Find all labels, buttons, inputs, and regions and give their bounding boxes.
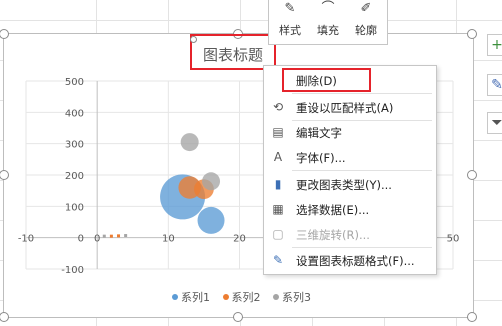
resize-handle-bottom-right[interactable] bbox=[467, 312, 477, 322]
small-point bbox=[117, 234, 121, 238]
legend-item-series3[interactable]: 系列3 bbox=[273, 289, 311, 305]
menu-separator bbox=[292, 93, 432, 94]
x-tick-label: -10 bbox=[18, 234, 34, 245]
format-mini-toolbar: ✎ 样式 ⌒ 填充 ✐ 轮廓 bbox=[268, 0, 388, 45]
plus-icon: + bbox=[491, 37, 502, 53]
resize-handle-top-right[interactable] bbox=[467, 29, 477, 39]
fill-label: 填充 bbox=[317, 24, 339, 37]
outline-button[interactable]: ✐ 轮廓 bbox=[347, 0, 385, 44]
bubble-point bbox=[197, 206, 225, 234]
x-tick-label: 50 bbox=[447, 234, 460, 245]
menu-item-label: 三维旋转(R)... bbox=[296, 228, 370, 242]
format-title-icon: ✎ bbox=[272, 253, 284, 267]
rotate-3d-icon: ▢ bbox=[272, 227, 284, 241]
menu-item-reset-style[interactable]: ⟲ 重设以匹配样式(A) bbox=[264, 95, 436, 119]
menu-item-label: 重设以匹配样式(A) bbox=[296, 101, 394, 115]
menu-item-select-data[interactable]: ▦ 选择数据(E)... bbox=[264, 197, 436, 221]
pen-icon: ✐ bbox=[360, 1, 372, 16]
chart-filters-button[interactable]: ⏷ bbox=[487, 112, 502, 134]
chart-styles-button[interactable]: ✎ bbox=[487, 74, 502, 96]
legend-marker bbox=[222, 294, 229, 300]
menu-item-change-chart-type[interactable]: ▮ 更改图表类型(Y)... bbox=[264, 172, 436, 196]
legend-label: 系列1 bbox=[181, 291, 210, 304]
y-tick-label: 0 bbox=[78, 234, 84, 245]
menu-item-label: 更改图表类型(Y)... bbox=[296, 178, 392, 192]
style-button[interactable]: ✎ 样式 bbox=[271, 0, 309, 44]
menu-item-font[interactable]: A 字体(F)... bbox=[264, 145, 436, 169]
y-tick-label: 500 bbox=[65, 77, 84, 88]
menu-item-label: 选择数据(E)... bbox=[296, 203, 370, 217]
y-tick-label: 400 bbox=[65, 108, 84, 119]
resize-handle-bottom-left[interactable] bbox=[0, 312, 9, 322]
bubble-point bbox=[180, 133, 199, 152]
legend-label: 系列2 bbox=[231, 291, 261, 304]
menu-item-label: 设置图表标题格式(F)... bbox=[296, 254, 415, 268]
menu-separator bbox=[292, 170, 432, 171]
x-tick-label: 0 bbox=[94, 234, 100, 245]
small-point bbox=[124, 234, 128, 238]
brush-icon: ✎ bbox=[284, 1, 296, 16]
y-tick-label: 200 bbox=[65, 171, 84, 182]
chart-type-icon: ▮ bbox=[274, 177, 282, 191]
small-point bbox=[102, 234, 106, 238]
resize-handle-right[interactable] bbox=[467, 170, 477, 180]
legend-label: 系列3 bbox=[282, 291, 311, 304]
resize-handle-bottom[interactable] bbox=[233, 312, 243, 322]
fill-bucket-icon: ⌒ bbox=[321, 1, 335, 16]
context-menu: 删除(D) ⟲ 重设以匹配样式(A) ▤ 编辑文字 A 字体(F)... ▮ 更… bbox=[263, 65, 437, 275]
font-icon: A bbox=[273, 150, 283, 164]
legend-marker bbox=[172, 294, 178, 300]
menu-item-edit-text[interactable]: ▤ 编辑文字 bbox=[264, 120, 436, 144]
small-point bbox=[109, 234, 113, 238]
x-tick-label: 20 bbox=[233, 234, 246, 245]
brush-icon: ✎ bbox=[491, 77, 502, 93]
menu-item-label: 编辑文字 bbox=[296, 126, 342, 140]
menu-item-3d-rotation: ▢ 三维旋转(R)... bbox=[264, 222, 436, 246]
chart-elements-button[interactable]: + bbox=[487, 34, 502, 56]
y-tick-label: -100 bbox=[61, 265, 84, 276]
x-tick-label: 10 bbox=[162, 234, 175, 245]
fill-button[interactable]: ⌒ 填充 bbox=[309, 0, 347, 44]
delete-highlight bbox=[282, 68, 371, 92]
menu-item-format-title[interactable]: ✎ 设置图表标题格式(F)... bbox=[264, 248, 436, 272]
style-label: 样式 bbox=[279, 24, 301, 37]
y-tick-label: 100 bbox=[65, 202, 84, 213]
bubble-point bbox=[202, 172, 221, 191]
legend-item-series1[interactable]: 系列1 bbox=[172, 289, 210, 305]
chart-legend[interactable]: 系列1 系列2 系列3 bbox=[172, 289, 320, 305]
y-tick-label: 300 bbox=[65, 140, 84, 151]
title-handle[interactable] bbox=[190, 36, 197, 43]
edit-text-icon: ▤ bbox=[272, 125, 284, 139]
filter-icon: ⏷ bbox=[491, 115, 502, 131]
legend-marker bbox=[273, 294, 279, 300]
outline-label: 轮廓 bbox=[355, 24, 377, 37]
legend-item-series2[interactable]: 系列2 bbox=[222, 289, 261, 305]
menu-item-label: 字体(F)... bbox=[296, 151, 346, 165]
reset-style-icon: ⟲ bbox=[272, 100, 284, 114]
select-data-icon: ▦ bbox=[272, 202, 284, 216]
